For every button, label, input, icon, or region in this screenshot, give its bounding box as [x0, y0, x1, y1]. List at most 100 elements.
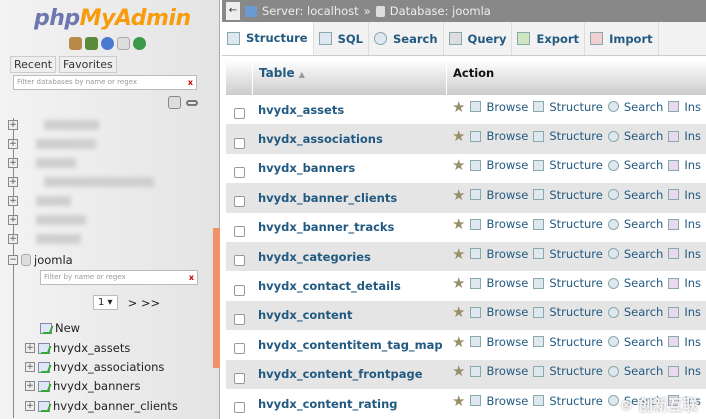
recent-tab[interactable]: Recent	[10, 56, 57, 73]
server-link[interactable]: Server: localhost	[262, 4, 359, 18]
search-link[interactable]: Search	[624, 305, 664, 319]
favorites-tab[interactable]: Favorites	[59, 56, 117, 73]
row-checkbox[interactable]	[233, 284, 245, 296]
logout-icon[interactable]	[85, 37, 98, 50]
favorite-star-icon[interactable]: ★	[452, 186, 465, 204]
back-button[interactable]: ←	[226, 2, 240, 20]
structure-link[interactable]: Structure	[549, 247, 603, 261]
clear-table-filter-icon[interactable]: x	[189, 273, 194, 282]
favorite-star-icon[interactable]: ★	[452, 98, 465, 116]
favorite-star-icon[interactable]: ★	[452, 392, 465, 410]
row-checkbox[interactable]	[233, 225, 245, 237]
search-link[interactable]: Search	[624, 276, 664, 290]
database-item[interactable]: +	[8, 196, 71, 206]
table-name-link[interactable]: hvydx_contact_details	[258, 279, 401, 293]
table-name-link[interactable]: hvydx_banner_tracks	[258, 220, 394, 234]
tab-search[interactable]: Search	[369, 22, 444, 55]
row-checkbox[interactable]	[233, 343, 245, 355]
tab-import[interactable]: Import	[585, 22, 659, 55]
browse-link[interactable]: Browse	[486, 129, 528, 143]
table-name-link[interactable]: hvydx_assets	[258, 103, 344, 117]
browse-link[interactable]: Browse	[486, 217, 528, 231]
sidebar-table-item[interactable]: + hvydx_banners	[25, 379, 140, 393]
tab-sql[interactable]: SQL	[314, 22, 370, 55]
table-name-link[interactable]: hvydx_content	[258, 308, 352, 322]
favorite-star-icon[interactable]: ★	[452, 303, 465, 321]
page-select[interactable]: 1 ▾	[93, 295, 118, 310]
browse-link[interactable]: Browse	[486, 364, 528, 378]
table-name-link[interactable]: hvydx_banner_clients	[258, 191, 397, 205]
structure-link[interactable]: Structure	[549, 158, 603, 172]
browse-link[interactable]: Browse	[486, 247, 528, 261]
structure-link[interactable]: Structure	[549, 364, 603, 378]
next-page-link[interactable]: > >>	[128, 296, 161, 310]
favorite-star-icon[interactable]: ★	[452, 333, 465, 351]
browse-link[interactable]: Browse	[486, 158, 528, 172]
sidebar-table-item[interactable]: + hvydx_associations	[25, 360, 164, 374]
table-filter-input[interactable]: Filter by name or regex x	[40, 270, 198, 285]
row-checkbox[interactable]	[233, 196, 245, 208]
structure-link[interactable]: Structure	[549, 276, 603, 290]
link-icon[interactable]	[186, 100, 198, 106]
table-name-link[interactable]: hvydx_banners	[258, 161, 355, 175]
favorite-star-icon[interactable]: ★	[452, 274, 465, 292]
insert-link[interactable]: Ins	[684, 188, 701, 202]
tab-query[interactable]: Query	[444, 22, 513, 55]
database-link[interactable]: Database: joomla	[390, 4, 491, 18]
insert-link[interactable]: Ins	[684, 158, 701, 172]
structure-link[interactable]: Structure	[549, 217, 603, 231]
table-column-header[interactable]: Table ▲	[252, 60, 446, 95]
browse-link[interactable]: Browse	[486, 188, 528, 202]
database-filter-input[interactable]: Filter databases by name or regex x	[13, 75, 197, 90]
database-joomla[interactable]: − joomla	[8, 253, 73, 267]
browse-link[interactable]: Browse	[486, 276, 528, 290]
database-item[interactable]: +	[8, 215, 86, 225]
new-table-link[interactable]: New	[40, 321, 80, 335]
database-item[interactable]: +	[8, 177, 154, 187]
phpmyadmin-logo[interactable]: phpMyAdmin	[34, 6, 191, 31]
structure-link[interactable]: Structure	[549, 305, 603, 319]
table-name-link[interactable]: hvydx_associations	[258, 132, 383, 146]
search-link[interactable]: Search	[624, 158, 664, 172]
table-name-link[interactable]: hvydx_content_rating	[258, 397, 398, 411]
database-item[interactable]: +	[8, 234, 81, 244]
insert-link[interactable]: Ins	[684, 129, 701, 143]
sidebar-table-item[interactable]: + hvydx_assets	[25, 341, 130, 355]
search-link[interactable]: Search	[624, 247, 664, 261]
favorite-star-icon[interactable]: ★	[452, 156, 465, 174]
tab-structure[interactable]: Structure	[222, 22, 314, 55]
database-item[interactable]: +	[8, 120, 99, 130]
row-checkbox[interactable]	[233, 313, 245, 325]
structure-link[interactable]: Structure	[549, 188, 603, 202]
sidebar-resize-handle[interactable]	[213, 228, 220, 368]
tab-export[interactable]: Export	[512, 22, 586, 55]
favorite-star-icon[interactable]: ★	[452, 362, 465, 380]
insert-link[interactable]: Ins	[684, 335, 701, 349]
search-link[interactable]: Search	[624, 217, 664, 231]
row-checkbox[interactable]	[233, 137, 245, 149]
row-checkbox[interactable]	[233, 402, 245, 414]
row-checkbox[interactable]	[233, 372, 245, 384]
structure-link[interactable]: Structure	[549, 100, 603, 114]
search-link[interactable]: Search	[624, 129, 664, 143]
row-checkbox[interactable]	[233, 166, 245, 178]
search-link[interactable]: Search	[624, 364, 664, 378]
structure-link[interactable]: Structure	[549, 335, 603, 349]
favorite-star-icon[interactable]: ★	[452, 127, 465, 145]
insert-link[interactable]: Ins	[684, 364, 701, 378]
table-name-link[interactable]: hvydx_content_frontpage	[258, 367, 423, 381]
table-name-link[interactable]: hvydx_categories	[258, 250, 371, 264]
insert-link[interactable]: Ins	[684, 305, 701, 319]
table-name-link[interactable]: hvydx_contentitem_tag_map	[258, 338, 443, 352]
search-link[interactable]: Search	[624, 335, 664, 349]
database-item[interactable]: +	[8, 139, 96, 149]
insert-link[interactable]: Ins	[684, 217, 701, 231]
search-link[interactable]: Search	[624, 100, 664, 114]
structure-link[interactable]: Structure	[549, 129, 603, 143]
browse-link[interactable]: Browse	[486, 305, 528, 319]
browse-link[interactable]: Browse	[486, 394, 528, 408]
insert-link[interactable]: Ins	[684, 247, 701, 261]
reload-icon[interactable]	[133, 37, 146, 50]
help-icon[interactable]	[101, 37, 114, 50]
home-icon[interactable]	[69, 37, 82, 50]
